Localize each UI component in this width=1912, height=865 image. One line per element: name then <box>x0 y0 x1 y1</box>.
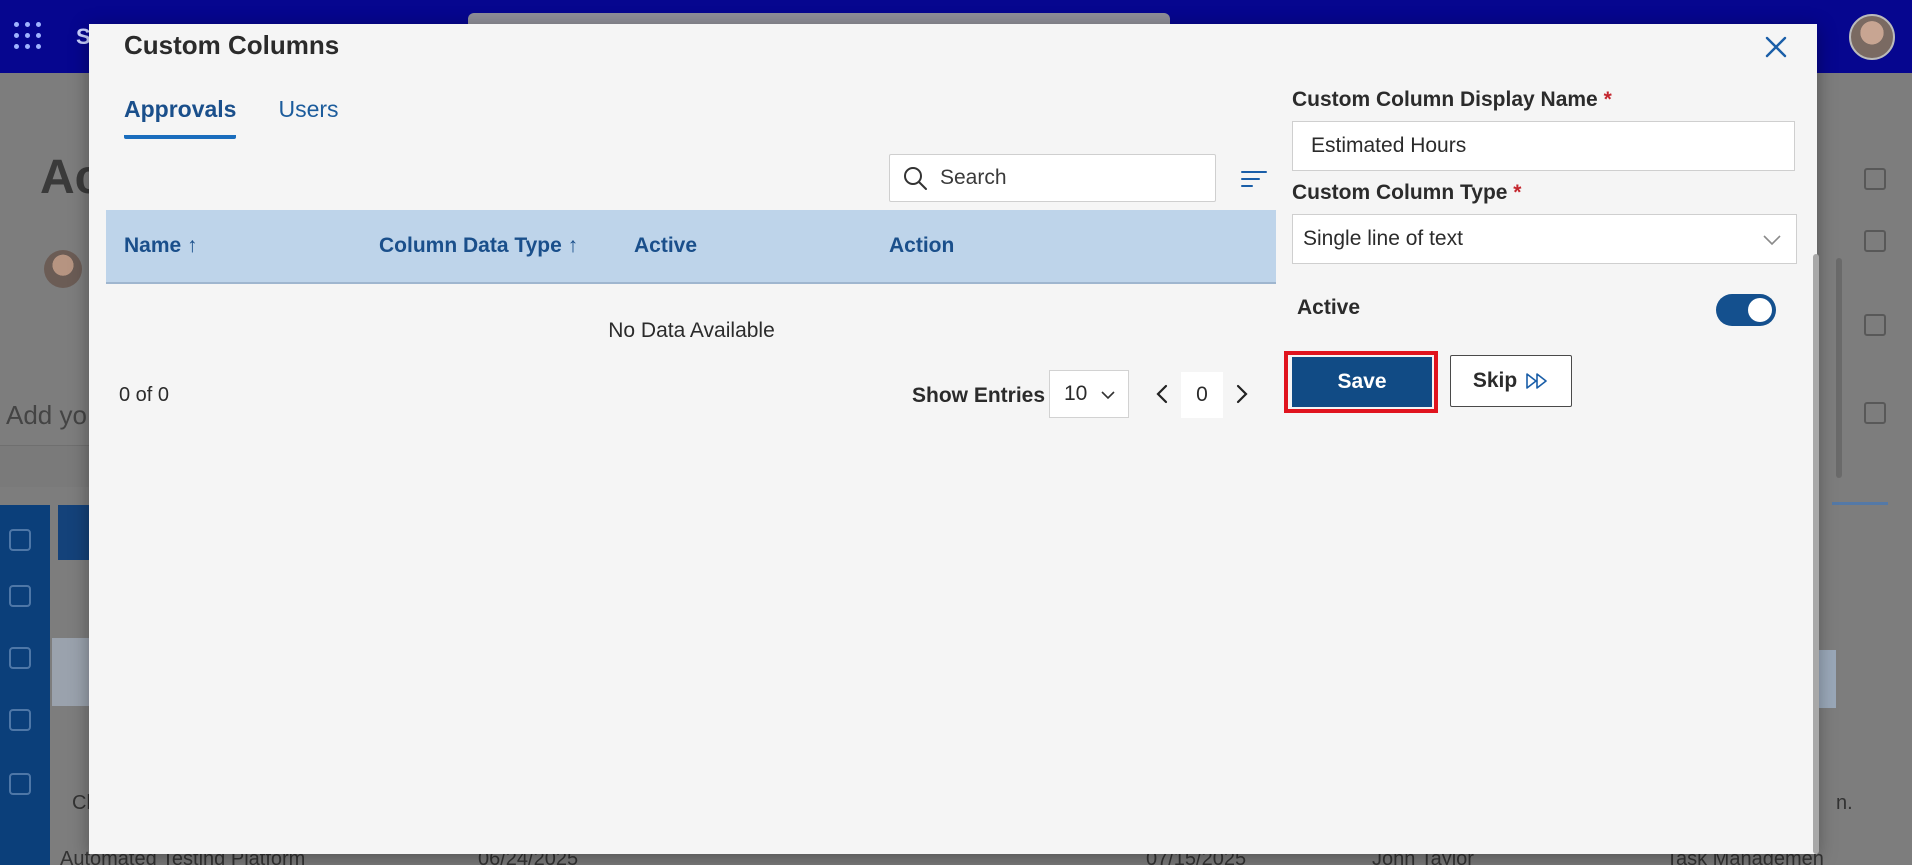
fast-forward-icon <box>1526 373 1547 389</box>
tab-users[interactable]: Users <box>278 96 338 139</box>
home-icon <box>9 585 31 607</box>
add-text-fragment: Add yo <box>6 400 87 430</box>
right-tool-rail <box>1820 100 1912 865</box>
display-name-label: Custom Column Display Name * <box>1292 88 1612 112</box>
right-rail-divider <box>1832 502 1888 505</box>
menu-icon <box>9 529 31 551</box>
entries-value: 10 <box>1064 382 1088 405</box>
search-field[interactable] <box>889 154 1216 202</box>
user-avatar <box>1849 14 1895 60</box>
background-side-bar <box>1816 650 1836 708</box>
record-count: 0 of 0 <box>119 384 170 406</box>
required-marker: * <box>1603 88 1612 111</box>
search-input[interactable] <box>940 166 1200 190</box>
owner-avatar <box>44 250 82 288</box>
trend-icon <box>9 709 31 731</box>
close-icon <box>1765 36 1787 58</box>
column-header-action: Action <box>889 234 955 257</box>
display-name-input[interactable] <box>1292 121 1795 171</box>
column-type-select[interactable]: Single line of text <box>1292 214 1797 264</box>
active-label: Active <box>1297 296 1361 319</box>
background-row-end-fragment: n. <box>1836 792 1853 814</box>
column-type-label: Custom Column Type * <box>1292 181 1521 205</box>
empty-table-message: No Data Available <box>608 319 775 342</box>
briefcase-icon <box>1864 168 1886 190</box>
skip-button[interactable]: Skip <box>1450 355 1572 407</box>
accessibility-icon <box>1864 402 1886 424</box>
display-name-label-text: Custom Column Display Name <box>1292 88 1598 111</box>
entries-per-page-select[interactable]: 10 <box>1049 370 1129 418</box>
active-toggle[interactable] <box>1716 294 1776 326</box>
skip-label: Skip <box>1472 369 1518 392</box>
app-launcher-icon <box>14 22 42 50</box>
next-page-button[interactable] <box>1229 380 1255 408</box>
dialog-scrollbar[interactable] <box>1813 254 1819 854</box>
chevron-down-icon <box>1101 391 1115 400</box>
analytics-icon <box>9 647 31 669</box>
column-header-name[interactable]: Name ↑ <box>124 234 198 258</box>
table-header: Name ↑ Column Data Type ↑ Active Action <box>106 210 1276 284</box>
dialog-tabs: Approvals Users <box>124 96 339 139</box>
sparkle-icon <box>1864 314 1886 336</box>
tab-approvals[interactable]: Approvals <box>124 96 237 139</box>
filter-lines-icon[interactable] <box>1239 164 1269 194</box>
column-type-value: Single line of text <box>1303 227 1463 250</box>
page-scrollbar <box>1836 258 1842 478</box>
save-button[interactable]: Save <box>1292 357 1432 407</box>
previous-page-button[interactable] <box>1149 380 1175 408</box>
close-button[interactable] <box>1761 32 1791 62</box>
required-marker: * <box>1513 181 1522 204</box>
current-page-number: 0 <box>1181 372 1223 418</box>
show-entries-label: Show Entries <box>912 384 1046 407</box>
left-nav-rail <box>0 505 50 865</box>
dialog-title: Custom Columns <box>124 30 340 60</box>
chevron-down-icon <box>1763 235 1781 246</box>
search-icon <box>904 167 927 190</box>
column-header-data-type[interactable]: Column Data Type ↑ <box>379 234 578 258</box>
custom-columns-dialog: Custom Columns Approvals Users Name ↑ Co… <box>89 24 1819 854</box>
background-tab-strip <box>58 505 90 560</box>
settings-icon <box>9 773 31 795</box>
column-type-label-text: Custom Column Type <box>1292 181 1508 204</box>
toggle-knob <box>1748 298 1772 322</box>
background-table-header <box>52 638 92 706</box>
sliders-icon <box>1864 230 1886 252</box>
background-toolbar <box>0 445 90 487</box>
column-header-active: Active <box>634 234 698 257</box>
